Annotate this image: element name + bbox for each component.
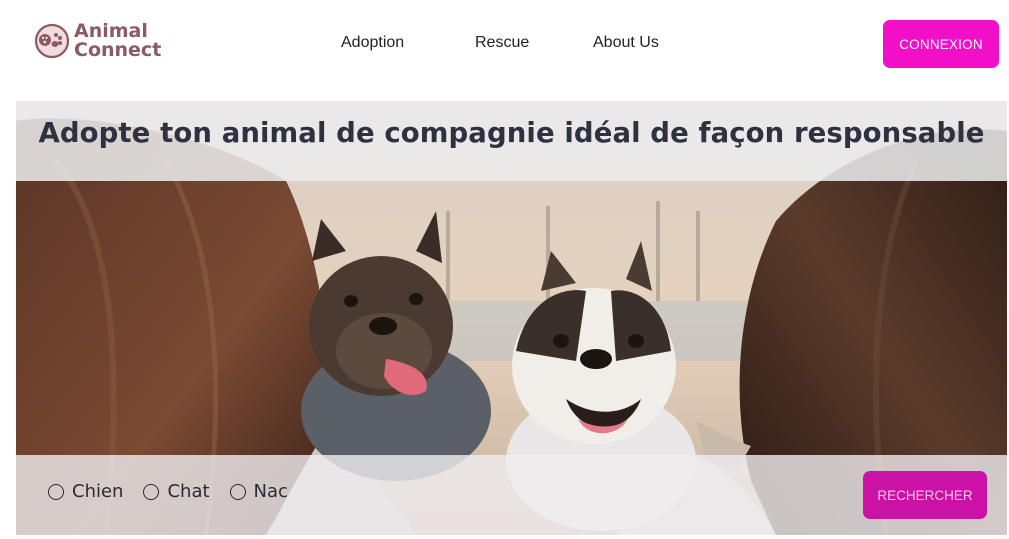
nav-item-rescue[interactable]: Rescue — [475, 34, 529, 52]
radio-nac-button[interactable] — [229, 483, 246, 500]
search-button[interactable]: RECHERCHER — [863, 471, 987, 519]
animal-type-filter: Chien Chat Nac — [48, 481, 308, 502]
paw-logo-icon — [34, 23, 70, 59]
brand-name: Animal Connect — [74, 22, 161, 60]
site-header: Animal Connect Adoption Rescue About Us … — [0, 0, 1009, 96]
radio-nac-label: Nac — [253, 481, 288, 502]
login-button[interactable]: CONNEXION — [883, 20, 999, 68]
logo[interactable]: Animal Connect — [34, 22, 161, 60]
radio-chien-button[interactable] — [48, 483, 64, 500]
hero-title: Adopte ton animal de compagnie idéal de … — [38, 117, 985, 149]
radio-chat-label: Chat — [167, 481, 210, 502]
nav-item-about-us[interactable]: About Us — [593, 34, 659, 52]
nav-item-adoption[interactable]: Adoption — [341, 34, 404, 52]
hero-section: Adopte ton animal de compagnie idéal de … — [16, 101, 1007, 535]
radio-option-chat[interactable]: Chat — [143, 481, 210, 502]
radio-chien-label: Chien — [72, 481, 124, 502]
brand-name-line2: Connect — [74, 39, 162, 61]
radio-option-nac[interactable]: Nac — [229, 481, 288, 502]
radio-option-chien[interactable]: Chien — [48, 481, 123, 502]
radio-chat-button[interactable] — [143, 483, 160, 500]
